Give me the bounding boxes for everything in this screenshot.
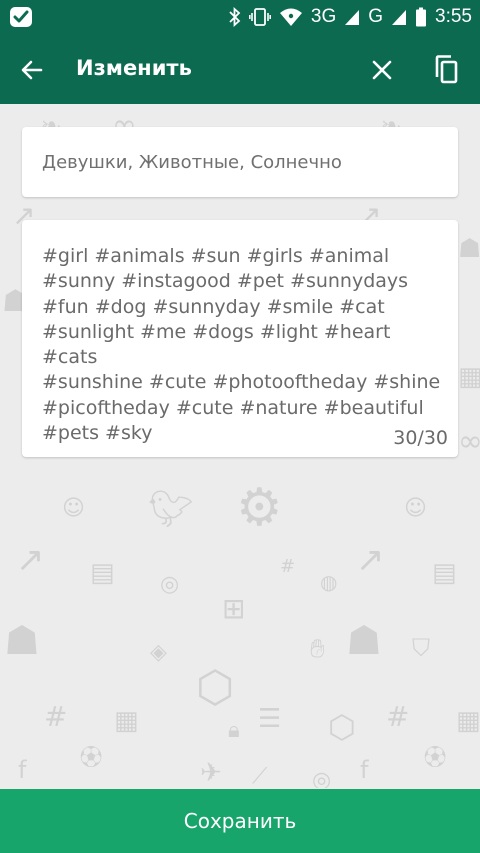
android-icon: ☗ (346, 618, 382, 664)
copy-icon (435, 55, 458, 84)
status-time: 3:55 (435, 6, 472, 27)
bluetooth-icon (229, 7, 241, 27)
hash-icon: # (386, 700, 410, 733)
hash-icon: # (280, 556, 296, 577)
bag-icon: ◈ (150, 640, 167, 665)
status-icons: 3G G 3:55 (229, 0, 472, 34)
save-button[interactable]: Сохранить (0, 789, 480, 853)
dribbble-icon: ◍ (320, 570, 338, 594)
qr-icon: ▦ (458, 362, 480, 392)
stack-icon: ☰ (258, 704, 282, 734)
chart-icon: ▤ (90, 558, 115, 588)
twitter-icon: 🐦︎ (148, 489, 194, 530)
copy-button[interactable] (428, 52, 464, 88)
rocket-icon: ↗ (16, 540, 45, 580)
facebook-icon: f (360, 756, 369, 784)
status-bar: 3G G 3:55 (0, 0, 480, 34)
paper-plane-icon: ✈ (200, 758, 222, 788)
close-button[interactable] (364, 52, 400, 88)
hexagon-icon: ⬡ (196, 662, 235, 713)
app-bar: Изменить (0, 34, 480, 104)
network-3g-label: 3G (310, 6, 337, 27)
hashtag-counter: 30/30 (393, 427, 448, 449)
hexagon-icon: ⬡ (328, 708, 356, 746)
rocket-icon: ↗ (356, 540, 385, 580)
vibrate-icon (248, 7, 271, 27)
title-input[interactable]: Девушки, Животные, Солнечно (42, 152, 342, 173)
back-arrow-icon (21, 60, 43, 80)
infinity-icon: ∞ (458, 424, 480, 459)
battery-icon (415, 7, 427, 27)
smile-icon: ☺ (62, 496, 85, 521)
signal-icon-2 (391, 8, 407, 26)
circle-icon: ◎ (312, 768, 332, 788)
android-icon: ☗ (4, 618, 40, 664)
carrot-icon: ⟋ (252, 764, 268, 788)
network-g-label: G (368, 6, 384, 27)
notification-app-icon (10, 7, 32, 27)
lock-icon: 🔒︎ (228, 718, 240, 743)
hash-icon: # (44, 700, 68, 733)
soccer-icon: ⚽︎ (80, 746, 103, 771)
page-title: Изменить (76, 56, 192, 80)
chart-icon: ▤ (432, 558, 457, 588)
hashtags-textarea[interactable]: #girl #animals #sun #girls #animal #sunn… (42, 244, 442, 446)
qr-icon: ▦ (456, 706, 480, 736)
instagram-icon: ◎ (160, 572, 180, 597)
title-field-card: Девушки, Животные, Солнечно (22, 127, 458, 197)
hashtags-card: #girl #animals #sun #girls #animal #sunn… (22, 220, 458, 457)
soccer-icon: ⚽︎ (424, 746, 447, 771)
windows-icon: ⊞ (222, 592, 246, 625)
smile-icon: ☺ (404, 496, 427, 521)
facebook-icon: f (18, 756, 27, 784)
signal-icon (344, 8, 360, 26)
qr-icon: ▦ (114, 706, 139, 736)
shield-icon: ⛉ (412, 634, 430, 662)
back-button[interactable] (14, 52, 50, 88)
close-icon (372, 60, 392, 80)
wifi-icon (279, 7, 303, 27)
android-icon: ☗ (458, 234, 480, 264)
hand-icon: ✋︎ (310, 634, 325, 664)
gear-icon: ⚙ (236, 478, 283, 538)
